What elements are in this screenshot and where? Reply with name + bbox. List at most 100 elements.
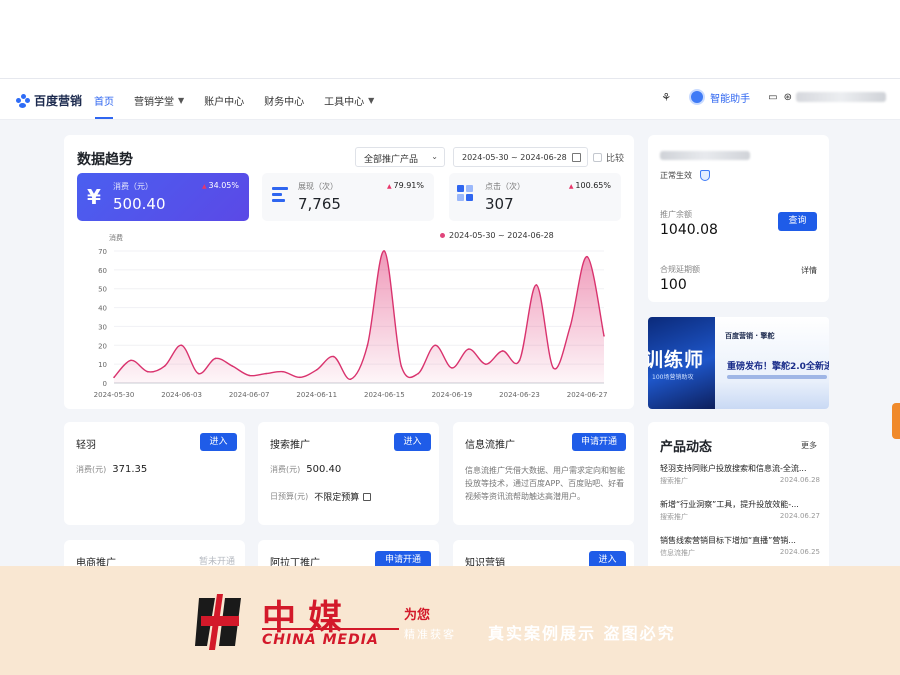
data-point — [231, 365, 234, 367]
product-card-qingyu: 轻羽 进入 消费(元) 371.35 — [64, 422, 245, 525]
enter-button[interactable]: 进入 — [200, 433, 237, 451]
brand-logo[interactable]: 百度营销 — [16, 92, 82, 109]
y-axis-label: 消费 — [109, 233, 123, 242]
balance-label: 推广余额 — [660, 210, 692, 219]
product-title: 搜索推广 — [270, 440, 310, 451]
banner-logo: 百度营销 · 擎舵 — [725, 332, 775, 340]
date-range-picker[interactable]: 2024-05-30 ~ 2024-06-28 — [453, 147, 588, 167]
smart-assistant-button[interactable]: 智能助手 — [689, 89, 750, 105]
data-trend-card: 数据趋势 全部推广产品 ⌄ 2024-05-30 ~ 2024-06-28 比较… — [64, 135, 634, 409]
calendar-icon — [572, 153, 581, 162]
x-tick-label: 2024-06-27 — [567, 391, 608, 399]
compare-checkbox[interactable] — [593, 153, 602, 162]
compare-toggle[interactable]: 比较 — [593, 151, 624, 164]
main-nav: 首页 营销学堂 ▼ 账户中心 财务中心 工具中心 ▼ — [94, 93, 394, 108]
org-chart-icon[interactable]: ⚘ — [661, 91, 671, 104]
account-status-text: 正常生效 — [660, 171, 692, 180]
watermark-en: CHINA MEDIA — [262, 632, 379, 648]
user-menu[interactable] — [796, 92, 886, 102]
nav-home-label: 首页 — [94, 97, 114, 108]
banner-headline: 重磅发布！擎舵2.0全新进 — [727, 362, 829, 372]
news-item-date: 2024.06.28 — [779, 476, 820, 484]
compare-label: 比较 — [606, 154, 625, 164]
y-tick-label: 70 — [98, 248, 107, 256]
x-tick-label: 2024-06-07 — [229, 391, 270, 399]
news-item[interactable]: 轻羽支持同账户投放搜索和信息流-全流... 搜索推广 2024.06.28 — [660, 463, 820, 486]
active-tab-indicator — [95, 117, 113, 119]
data-point — [417, 372, 419, 375]
query-button[interactable]: 查询 — [778, 212, 817, 231]
nav-account-center[interactable]: 账户中心 — [204, 93, 244, 108]
news-item-title: 新增“行业洞察”工具，提升投放效能-... — [660, 500, 799, 509]
chevron-down-icon: ▼ — [368, 96, 375, 105]
news-item-tag: 搜索推广 — [660, 477, 688, 485]
account-card: 正常生效 推广余额 1040.08 查询 合规延期额 100 详情 — [648, 135, 829, 302]
data-point — [130, 359, 132, 362]
product-card-feed: 信息流推广 申请开通 信息流推广凭借大数据、用户需求定向和智能投放等技术，通过百… — [453, 422, 634, 525]
data-point — [180, 344, 183, 347]
nav-account-center-label: 账户中心 — [204, 97, 245, 108]
enter-button[interactable]: 进入 — [394, 433, 431, 451]
metric-spend-change: 34.05% — [202, 181, 239, 190]
banner-image-left: 训练师 100场营销助攻 — [648, 317, 715, 409]
data-point — [518, 359, 521, 362]
data-point — [282, 370, 284, 373]
baidu-paw-icon — [16, 93, 30, 108]
y-tick-label: 30 — [98, 323, 107, 331]
nav-finance-center[interactable]: 财务中心 — [264, 93, 304, 108]
side-float-tab[interactable] — [892, 403, 900, 439]
apply-button[interactable]: 申请开通 — [572, 433, 626, 451]
product-title: 信息流推广 — [465, 440, 515, 451]
product-spend-value: 500.40 — [306, 464, 342, 475]
metric-clicks[interactable]: 点击（次） 307 100.65% — [449, 173, 621, 221]
edit-icon[interactable] — [363, 492, 372, 501]
watermark-for: 为您 — [404, 608, 431, 623]
banner-subline — [727, 375, 827, 379]
detail-link[interactable]: 详情 — [801, 265, 817, 276]
y-tick-label: 40 — [98, 305, 107, 313]
data-point — [214, 357, 217, 360]
x-tick-label: 2024-06-23 — [499, 391, 540, 399]
product-title: 轻羽 — [76, 440, 96, 451]
news-item-tag: 搜索推广 — [660, 513, 688, 521]
spend-line-chart[interactable]: 消费 0 10 20 30 40 50 60 70 2024-05-30 2024-06-03 202… — [64, 225, 634, 409]
promo-banner[interactable]: 训练师 100场营销助攻 百度营销 · 擎舵 重磅发布！擎舵2.0全新进 — [648, 317, 829, 409]
shield-icon — [700, 170, 710, 181]
news-more-link[interactable]: 更多 — [801, 440, 817, 451]
data-point — [265, 372, 267, 375]
data-point — [468, 348, 470, 350]
metric-impressions[interactable]: 展现（次） 7,765 79.91% — [262, 173, 434, 221]
product-select[interactable]: 全部推广产品 ⌄ — [355, 147, 445, 167]
metric-spend[interactable]: ¥ 消费（元） 500.40 34.05% — [77, 173, 249, 221]
y-tick-label: 20 — [98, 342, 107, 350]
data-point — [248, 374, 250, 377]
data-point — [535, 284, 538, 286]
data-point — [349, 378, 352, 381]
news-item[interactable]: 新增“行业洞察”工具，提升投放效能-... 搜索推广 2024.06.27 — [660, 499, 820, 522]
message-icon[interactable]: ▭ — [768, 92, 777, 103]
news-item-tag: 信息流推广 — [660, 549, 695, 557]
banner-image-right: 百度营销 · 擎舵 重磅发布！擎舵2.0全新进 — [715, 317, 829, 409]
product-spend-label: 消费(元) — [270, 465, 301, 474]
data-point — [501, 350, 504, 352]
x-tick-label: 2024-06-15 — [364, 391, 405, 399]
banner-big-text: 训练师 — [648, 349, 705, 371]
y-tick-label: 50 — [98, 286, 107, 294]
date-range-value: 2024-05-30 ~ 2024-06-28 — [462, 153, 567, 162]
product-spend-row: 消费(元) 500.40 — [270, 464, 341, 475]
user-avatar-icon[interactable]: ⊛ — [784, 92, 792, 103]
nav-marketing-school[interactable]: 营销学堂 ▼ — [134, 93, 184, 108]
data-point — [113, 376, 115, 379]
banner-small-text: 100场营销助攻 — [652, 374, 694, 381]
news-item[interactable]: 销售线索营销目标下增加“直播”营销... 信息流推广 2024.06.25 — [660, 535, 820, 558]
data-point — [569, 325, 572, 328]
impressions-icon — [272, 187, 288, 202]
data-point — [163, 365, 166, 367]
product-spend-value: 371.35 — [112, 464, 148, 475]
nav-home[interactable]: 首页 — [94, 93, 114, 108]
nav-tools-center[interactable]: 工具中心 ▼ — [324, 93, 374, 108]
metric-impressions-label: 展现（次） — [298, 182, 338, 191]
yuan-icon: ¥ — [87, 185, 101, 209]
data-point — [383, 250, 386, 252]
brand-name: 百度营销 — [34, 94, 83, 108]
